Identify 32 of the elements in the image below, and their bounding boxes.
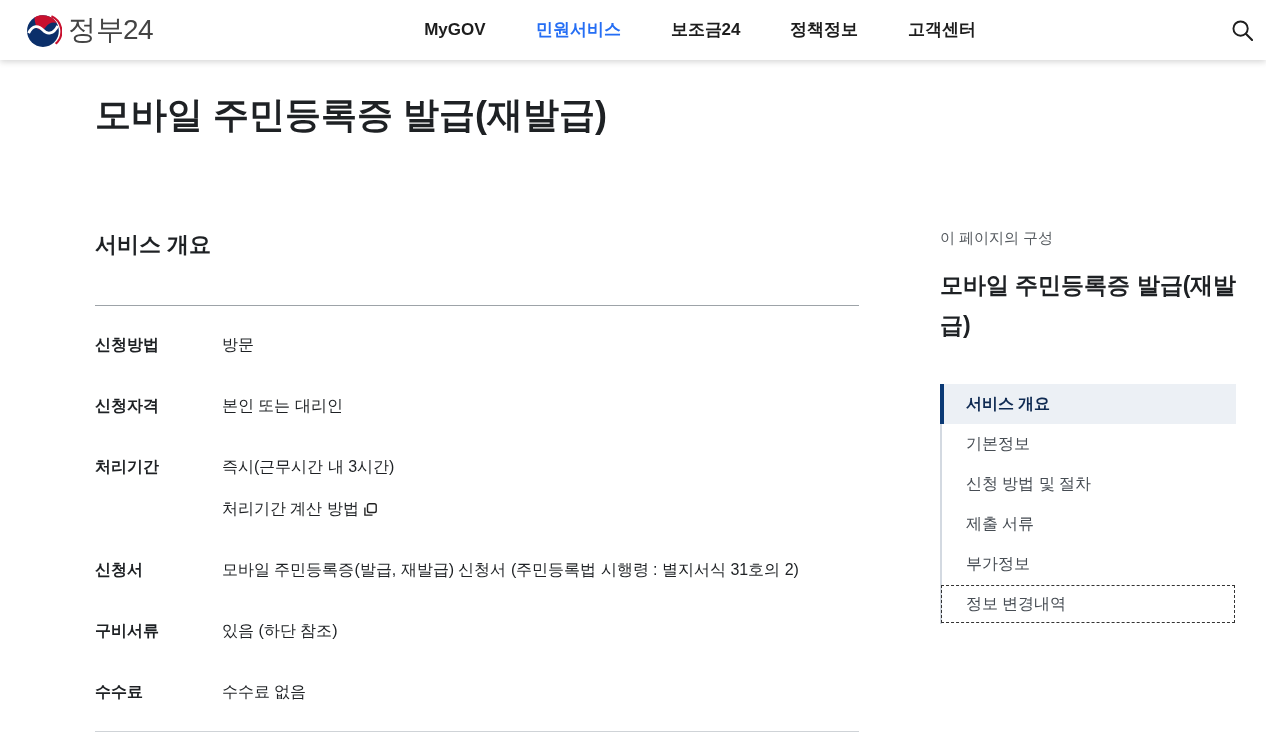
field-label: 신청방법 (95, 335, 160, 355)
toc-item[interactable]: 기본정보 (940, 424, 1236, 464)
field-label: 신청자격 (95, 396, 160, 416)
field-value: 있음 (하단 참조) (222, 621, 338, 641)
toc-item[interactable]: 제출 서류 (940, 504, 1236, 544)
toc-item[interactable]: 부가정보 (940, 544, 1236, 584)
field-label: 신청서 (95, 560, 144, 580)
field-value: 수수료 없음 (222, 682, 307, 702)
emblem-icon (26, 12, 62, 48)
calculation-method-link[interactable]: 처리기간 계산 방법 (222, 498, 377, 520)
field-label: 구비서류 (95, 621, 160, 641)
nav-link[interactable]: 민원서비스 (535, 18, 621, 42)
section-title: 서비스 개요 (95, 231, 212, 259)
toc-item[interactable]: 서비스 개요 (940, 384, 1236, 424)
nav-link[interactable]: 보조금24 (670, 18, 741, 42)
nav-link[interactable]: 정책정보 (790, 18, 859, 42)
toc-title: 모바일 주민등록증 발급(재발급) (940, 271, 1238, 340)
home-link[interactable]: 정부24 (26, 12, 154, 48)
field-value: 모바일 주민등록증(발급, 재발급) 신청서 (주민등록법 시행령 : 별지서식 31호의 2) (222, 560, 799, 580)
nav-link[interactable]: 고객센터 (908, 18, 977, 42)
overlapping-squares-icon (363, 502, 377, 516)
nav-link[interactable]: MyGOV (424, 18, 486, 42)
field-value: 본인 또는 대리인 (222, 396, 343, 416)
field-value: 즉시(근무시간 내 3시간) (222, 457, 395, 477)
field-value: 방문 (222, 335, 254, 355)
field-label: 수수료 (95, 682, 144, 702)
search-icon (1232, 19, 1253, 41)
toc-caption: 이 페이지의 구성 (940, 229, 1054, 247)
toc-item[interactable]: 신청 방법 및 절차 (940, 464, 1236, 504)
page-title: 모바일 주민등록증 발급(재발급) (95, 93, 607, 137)
toc-item[interactable]: 정보 변경내역 (940, 584, 1236, 624)
field-label: 처리기간 (95, 457, 160, 477)
